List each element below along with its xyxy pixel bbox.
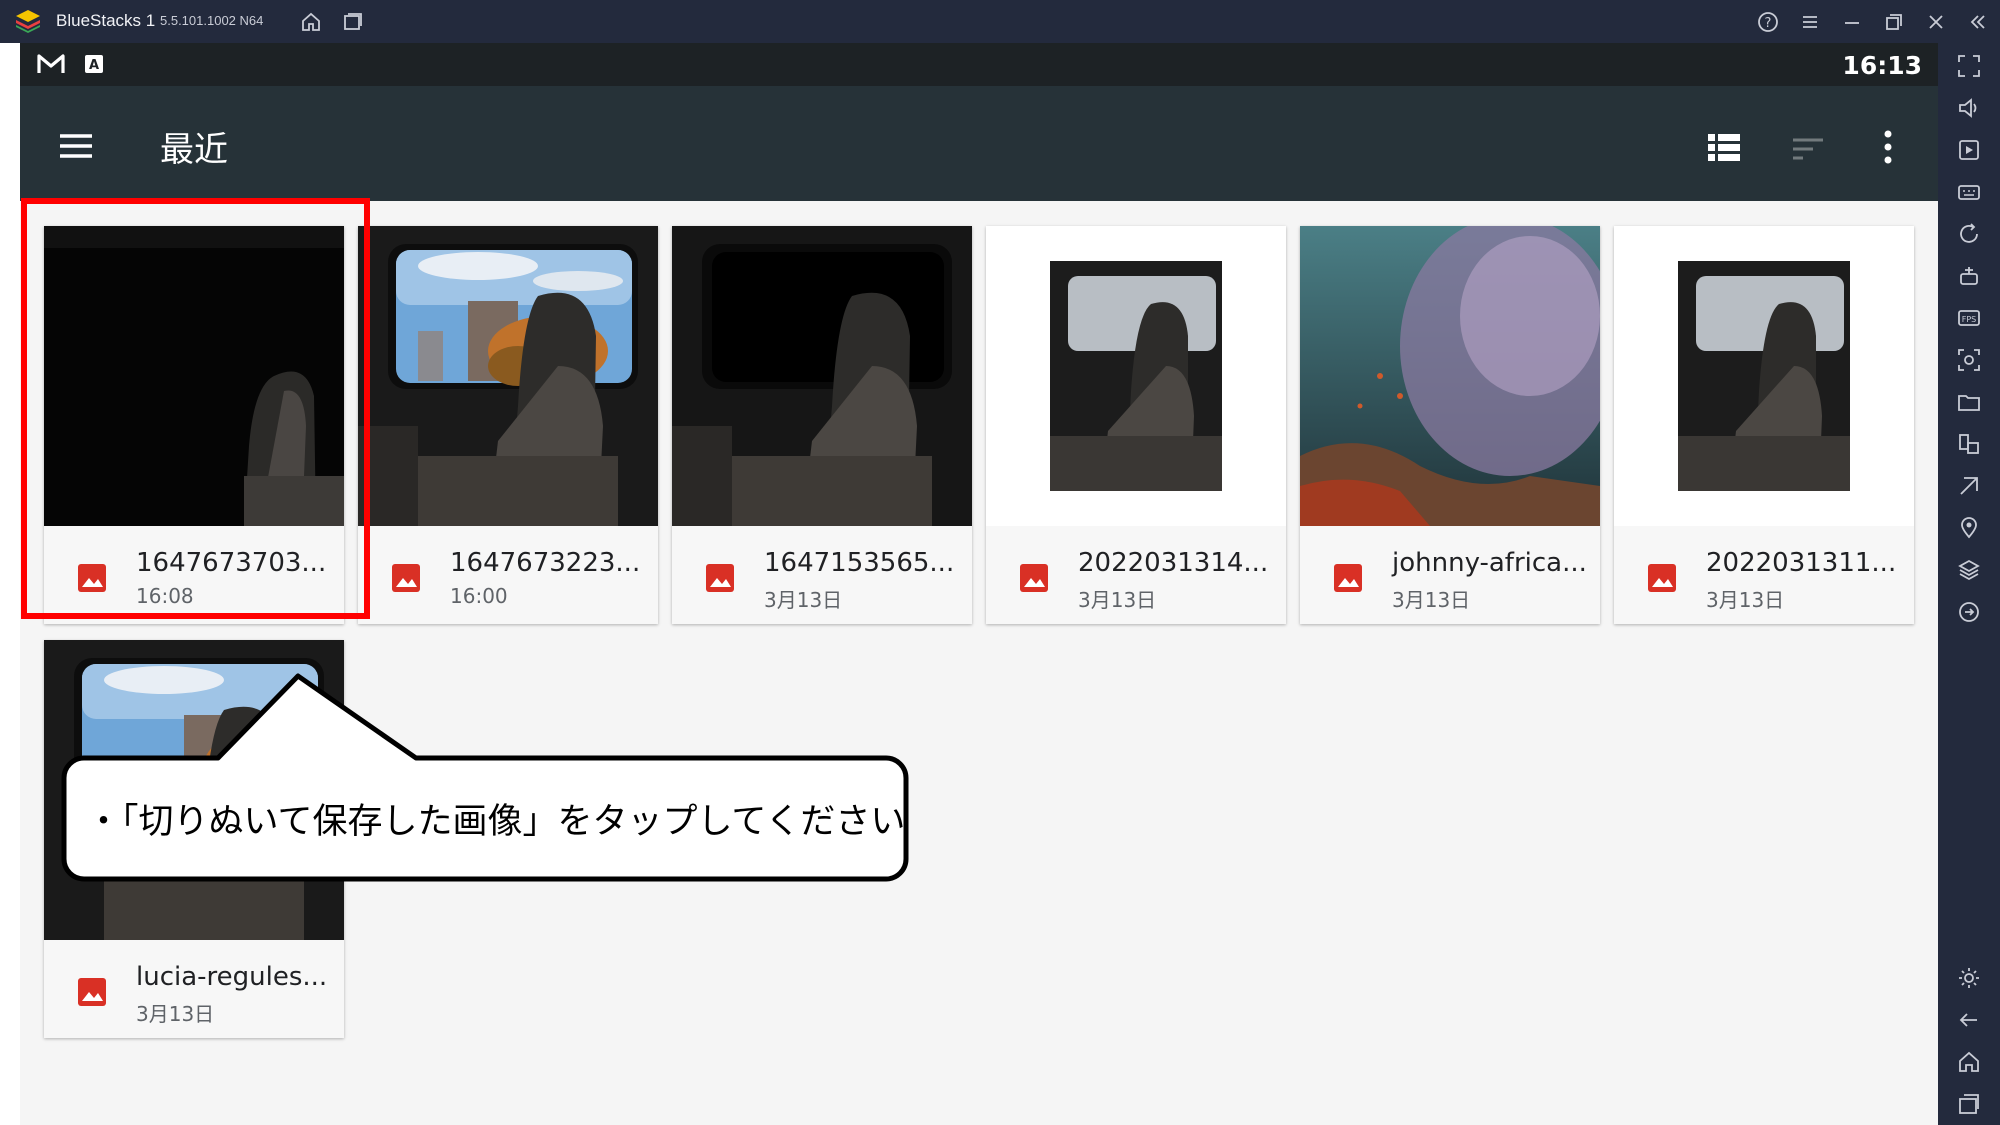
status-clock: 16:13 xyxy=(1842,51,1922,80)
list-view-icon[interactable] xyxy=(1706,129,1742,165)
hamburger-menu-icon[interactable] xyxy=(58,133,94,159)
file-name: lucia-regules... xyxy=(136,962,328,992)
sort-icon[interactable] xyxy=(1790,131,1826,167)
multi-instance-icon[interactable] xyxy=(340,9,366,35)
app-version: 5.5.101.1002 N64 xyxy=(160,13,264,28)
gmail-notification-icon xyxy=(37,54,65,73)
file-date: 3月13日 xyxy=(1078,588,1157,612)
svg-text:?: ? xyxy=(1765,16,1772,31)
collapse-sidebar-icon[interactable] xyxy=(1965,9,1991,35)
image-file-icon xyxy=(1648,564,1676,592)
close-icon[interactable] xyxy=(1923,9,1949,35)
image-thumbnail xyxy=(986,226,1286,526)
image-file-icon xyxy=(1020,564,1048,592)
svg-text:FPS: FPS xyxy=(1962,315,1977,324)
settings-icon[interactable] xyxy=(1956,965,1982,991)
file-card[interactable]: johnny-africa... 3月13日 xyxy=(1300,226,1600,624)
file-date: 3月13日 xyxy=(1706,588,1785,612)
minimize-icon[interactable] xyxy=(1839,9,1865,35)
title-bar: BlueStacks 1 5.5.101.1002 N64 ? xyxy=(0,0,2000,43)
help-icon[interactable]: ? xyxy=(1755,9,1781,35)
macro-icon[interactable] xyxy=(1956,263,1982,289)
file-card[interactable]: 2022031314... 3月13日 xyxy=(986,226,1286,624)
fullscreen-icon[interactable] xyxy=(1956,53,1982,79)
file-date: 3月13日 xyxy=(136,1002,215,1026)
file-name: 1647153565... xyxy=(764,548,955,578)
screenshot-icon[interactable] xyxy=(1956,347,1982,373)
app-bar xyxy=(20,86,1938,201)
file-date: 3月13日 xyxy=(764,588,843,612)
file-card[interactable]: 2022031311... 3月13日 xyxy=(1614,226,1914,624)
fps-icon[interactable]: FPS xyxy=(1956,305,1982,331)
restore-icon[interactable] xyxy=(1881,9,1907,35)
keyboard-icon[interactable] xyxy=(1956,179,1982,205)
recent-apps-icon[interactable] xyxy=(1956,1091,1982,1117)
image-thumbnail xyxy=(672,226,972,526)
rotate-icon[interactable] xyxy=(1956,221,1982,247)
file-name: 2022031314... xyxy=(1078,548,1269,578)
image-thumbnail xyxy=(1300,226,1600,526)
bluestacks-logo-icon xyxy=(16,10,40,33)
location-icon[interactable] xyxy=(1956,515,1982,541)
image-file-icon xyxy=(392,564,420,592)
file-date: 16:00 xyxy=(450,584,508,608)
folder-icon[interactable] xyxy=(1956,389,1982,415)
file-card[interactable]: 1647153565... 3月13日 xyxy=(672,226,972,624)
image-thumbnail xyxy=(1614,226,1914,526)
multi-window-icon[interactable] xyxy=(1956,431,1982,457)
more-options-icon[interactable] xyxy=(1870,127,1906,167)
file-name: 1647673223... xyxy=(450,548,641,578)
svg-text:A: A xyxy=(89,58,99,73)
android-home-icon[interactable] xyxy=(1956,1049,1982,1075)
sync-icon[interactable] xyxy=(1956,599,1982,625)
menu-icon[interactable] xyxy=(1797,9,1823,35)
highlight-box xyxy=(21,198,370,619)
file-date: 3月13日 xyxy=(1392,588,1471,612)
status-bar: A 16:13 xyxy=(20,43,1938,86)
layers-icon[interactable] xyxy=(1956,557,1982,583)
volume-icon[interactable] xyxy=(1956,95,1982,121)
keyboard-notification-icon: A xyxy=(85,55,103,73)
bluestacks-sidebar: FPS xyxy=(1938,43,2000,1125)
home-icon[interactable] xyxy=(298,9,324,35)
app-name: BlueStacks 1 xyxy=(56,11,156,30)
file-card[interactable]: 1647673223... 16:00 xyxy=(358,226,658,624)
media-icon[interactable] xyxy=(1956,137,1982,163)
back-icon[interactable] xyxy=(1956,1007,1982,1033)
page-title: 最近 xyxy=(160,130,228,170)
image-file-icon xyxy=(78,978,106,1006)
image-thumbnail xyxy=(358,226,658,526)
file-name: 2022031311... xyxy=(1706,548,1897,578)
eco-mode-icon[interactable] xyxy=(1956,473,1982,499)
image-file-icon xyxy=(1334,564,1362,592)
file-name: johnny-africa... xyxy=(1392,548,1587,578)
instruction-text: ・「切りぬいて保存した画像」をタップしてください xyxy=(86,802,906,842)
instruction-callout xyxy=(61,673,909,882)
image-file-icon xyxy=(706,564,734,592)
